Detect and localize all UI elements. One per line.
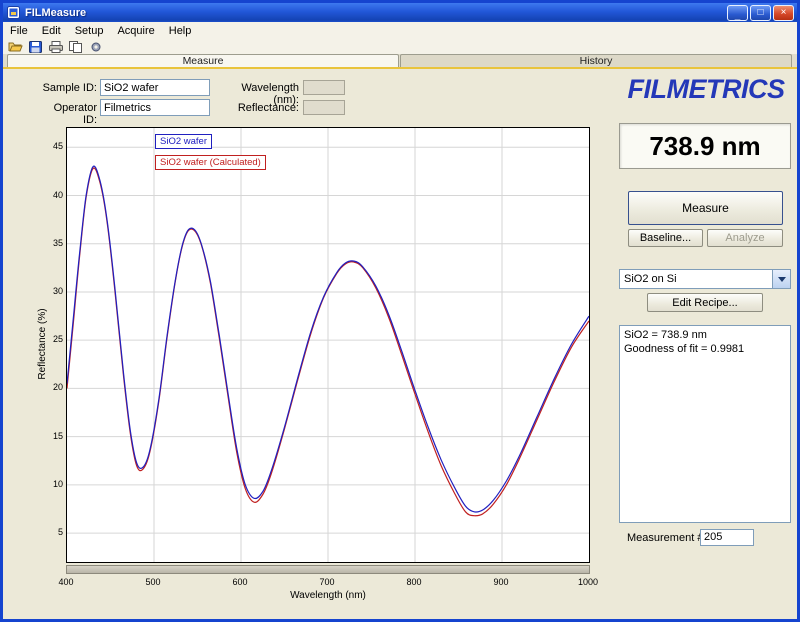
results-listbox[interactable]: SiO2 = 738.9 nm Goodness of fit = 0.9981 (619, 325, 791, 523)
operator-id-label: Operator ID: (39, 102, 97, 126)
menu-edit[interactable]: Edit (35, 22, 68, 39)
title-bar[interactable]: FILMeasure _ □ × (3, 3, 797, 22)
y-tick-label: 40 (37, 190, 63, 200)
close-button[interactable]: × (773, 5, 794, 21)
legend-measured: SiO2 wafer (155, 134, 212, 149)
chevron-down-icon (778, 277, 786, 282)
recipe-select[interactable]: SiO2 on Si (619, 269, 791, 289)
edit-recipe-button[interactable]: Edit Recipe... (647, 293, 763, 312)
reflectance-label: Reflectance: (213, 102, 299, 114)
legend-calculated: SiO2 wafer (Calculated) (155, 155, 266, 170)
tab-history[interactable]: History (400, 54, 792, 67)
x-tick-label: 400 (58, 577, 73, 587)
minimize-button[interactable]: _ (727, 5, 748, 21)
recipe-select-value: SiO2 on Si (620, 273, 772, 285)
window-title: FILMeasure (25, 7, 727, 19)
x-tick-label: 700 (319, 577, 334, 587)
chart-scrollbar[interactable] (66, 565, 590, 574)
y-tick-label: 10 (37, 479, 63, 489)
y-tick-label: 25 (37, 334, 63, 344)
y-tick-label: 5 (37, 527, 63, 537)
thickness-display: 738.9 nm (619, 123, 791, 169)
measurement-number-value: 205 (700, 529, 754, 546)
copy-icon[interactable] (68, 40, 83, 53)
print-icon[interactable] (48, 40, 63, 53)
save-icon[interactable] (28, 40, 43, 53)
toolbar (3, 39, 797, 55)
baseline-button[interactable]: Baseline... (628, 229, 703, 247)
maximize-button[interactable]: □ (750, 5, 771, 21)
main-content: Sample ID: Wavelength (nm): Operator ID:… (3, 69, 797, 619)
x-tick-label: 800 (406, 577, 421, 587)
tab-measure[interactable]: Measure (7, 54, 399, 67)
menu-bar: File Edit Setup Acquire Help (3, 22, 797, 40)
menu-file[interactable]: File (3, 22, 35, 39)
spectrum-plot: SiO2 wafer SiO2 wafer (Calculated) (66, 127, 590, 563)
y-tick-label: 35 (37, 238, 63, 248)
result-line-gof: Goodness of fit = 0.9981 (624, 342, 786, 356)
result-line-thickness: SiO2 = 738.9 nm (624, 328, 786, 342)
x-tick-label: 500 (145, 577, 160, 587)
y-tick-label: 45 (37, 141, 63, 151)
x-tick-label: 1000 (578, 577, 598, 587)
settings-icon[interactable] (88, 40, 103, 53)
tab-bar: Measure History (3, 54, 797, 69)
menu-help[interactable]: Help (162, 22, 199, 39)
recipe-select-dropdown-button[interactable] (772, 270, 790, 288)
menu-acquire[interactable]: Acquire (110, 22, 161, 39)
analyze-button: Analyze (707, 229, 783, 247)
measurement-number-label: Measurement # (627, 532, 703, 544)
app-window: FILMeasure _ □ × File Edit Setup Acquire… (0, 0, 800, 622)
x-tick-label: 900 (493, 577, 508, 587)
spectrum-curves (67, 128, 589, 562)
sample-id-label: Sample ID: (39, 82, 97, 94)
open-icon[interactable] (8, 40, 23, 53)
y-tick-label: 30 (37, 286, 63, 296)
sample-id-input[interactable] (100, 79, 210, 96)
reflectance-value-box (303, 100, 345, 115)
menu-setup[interactable]: Setup (68, 22, 111, 39)
operator-id-input[interactable] (100, 99, 210, 116)
filmetrics-logo: FILMETRICS (619, 73, 793, 105)
y-tick-label: 20 (37, 382, 63, 392)
app-icon (6, 6, 21, 19)
x-axis-title: Wavelength (nm) (66, 590, 590, 601)
measure-button[interactable]: Measure (628, 191, 783, 225)
y-tick-label: 15 (37, 431, 63, 441)
x-tick-label: 600 (232, 577, 247, 587)
wavelength-value-box (303, 80, 345, 95)
